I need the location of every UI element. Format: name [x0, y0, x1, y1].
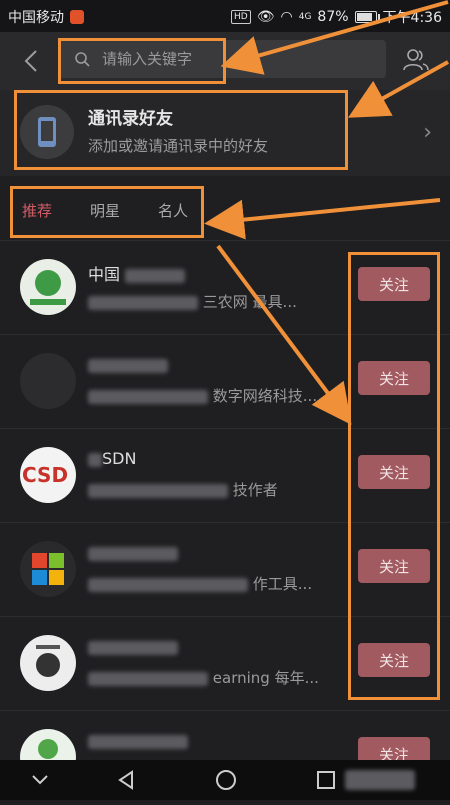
tab-recommended[interactable]: 推荐: [22, 200, 52, 221]
account-name: [88, 637, 178, 656]
carrier-label: 中国移动: [8, 10, 64, 26]
avatar: [20, 353, 76, 409]
phone-icon: [38, 117, 56, 147]
account-description: 作工具...: [88, 573, 312, 594]
search-box[interactable]: [58, 40, 386, 78]
avatar: [20, 259, 76, 315]
contacts-entry-subtitle: 添加或邀请通讯录中的好友: [88, 137, 269, 155]
list-item[interactable]: 数字网络科技... 关注: [0, 334, 450, 429]
battery-icon: [354, 11, 380, 23]
recents-square-icon[interactable]: [314, 768, 338, 792]
account-name: [88, 355, 168, 374]
account-description: 技作者: [88, 479, 278, 500]
back-triangle-icon[interactable]: [114, 768, 138, 792]
status-bar: 中国移动 HD 👁 ◠ 4G 87% 下午4:36: [0, 0, 450, 32]
contacts-friends-entry[interactable]: 通讯录好友 添加或邀请通讯录中的好友 ›: [0, 90, 450, 176]
notification-app-icon: [70, 10, 84, 24]
category-tabs: 推荐 明星 名人: [0, 186, 450, 238]
eye-icon: 👁: [256, 9, 275, 25]
avatar: CSD: [20, 447, 76, 503]
chevron-left-icon: [24, 50, 37, 72]
contacts-entry-title: 通讯录好友: [88, 109, 173, 129]
recommended-accounts-list: 中国 三农网 最具... 关注 数字网络科技... 关注 CSD SDN 技作者…: [0, 240, 450, 785]
csdn-logo-icon: CSD: [22, 463, 68, 487]
account-name: [88, 731, 188, 750]
account-description: 三农网 最具...: [88, 291, 297, 312]
account-name: 中国: [88, 261, 186, 285]
windows-logo-icon: [32, 553, 64, 585]
account-description: earning 每年...: [88, 667, 319, 688]
blurred-overlay: [345, 770, 415, 790]
avatar: [20, 541, 76, 597]
chevron-right-icon: ›: [423, 120, 432, 145]
list-item[interactable]: CSD SDN 技作者 关注: [0, 428, 450, 523]
list-item[interactable]: earning 每年... 关注: [0, 616, 450, 711]
list-item[interactable]: 中国 三农网 最具... 关注: [0, 240, 450, 335]
follow-button[interactable]: 关注: [358, 361, 430, 395]
back-button[interactable]: [14, 44, 48, 78]
follow-button[interactable]: 关注: [358, 643, 430, 677]
search-input[interactable]: [100, 49, 364, 69]
hd-badge: HD: [231, 10, 251, 24]
wifi-icon: ◠: [280, 9, 293, 25]
account-description: 数字网络科技...: [88, 385, 317, 406]
account-name: SDN: [88, 449, 136, 468]
brand-logo-icon: [36, 645, 60, 677]
system-nav-bar: [0, 760, 450, 800]
account-name: [88, 543, 178, 562]
phone-icon-wrapper: [20, 105, 74, 159]
tab-celebrities[interactable]: 明星: [90, 200, 120, 221]
list-item[interactable]: 作工具... 关注: [0, 522, 450, 617]
home-circle-icon[interactable]: [214, 768, 238, 792]
friends-button[interactable]: [402, 46, 430, 74]
signal-4g-icon: 4G: [298, 12, 312, 22]
top-bar: [0, 32, 450, 90]
battery-percent: 87%: [317, 9, 349, 25]
clock: 下午4:36: [382, 10, 442, 26]
chevron-down-icon[interactable]: [28, 768, 52, 792]
people-icon: [403, 49, 429, 71]
follow-button[interactable]: 关注: [358, 455, 430, 489]
search-icon: [75, 52, 90, 67]
follow-button[interactable]: 关注: [358, 549, 430, 583]
agri-logo-icon: [30, 270, 66, 305]
avatar: [20, 635, 76, 691]
follow-button[interactable]: 关注: [358, 267, 430, 301]
tab-famous-people[interactable]: 名人: [158, 200, 188, 221]
svg-text:CSD: CSD: [22, 463, 68, 487]
